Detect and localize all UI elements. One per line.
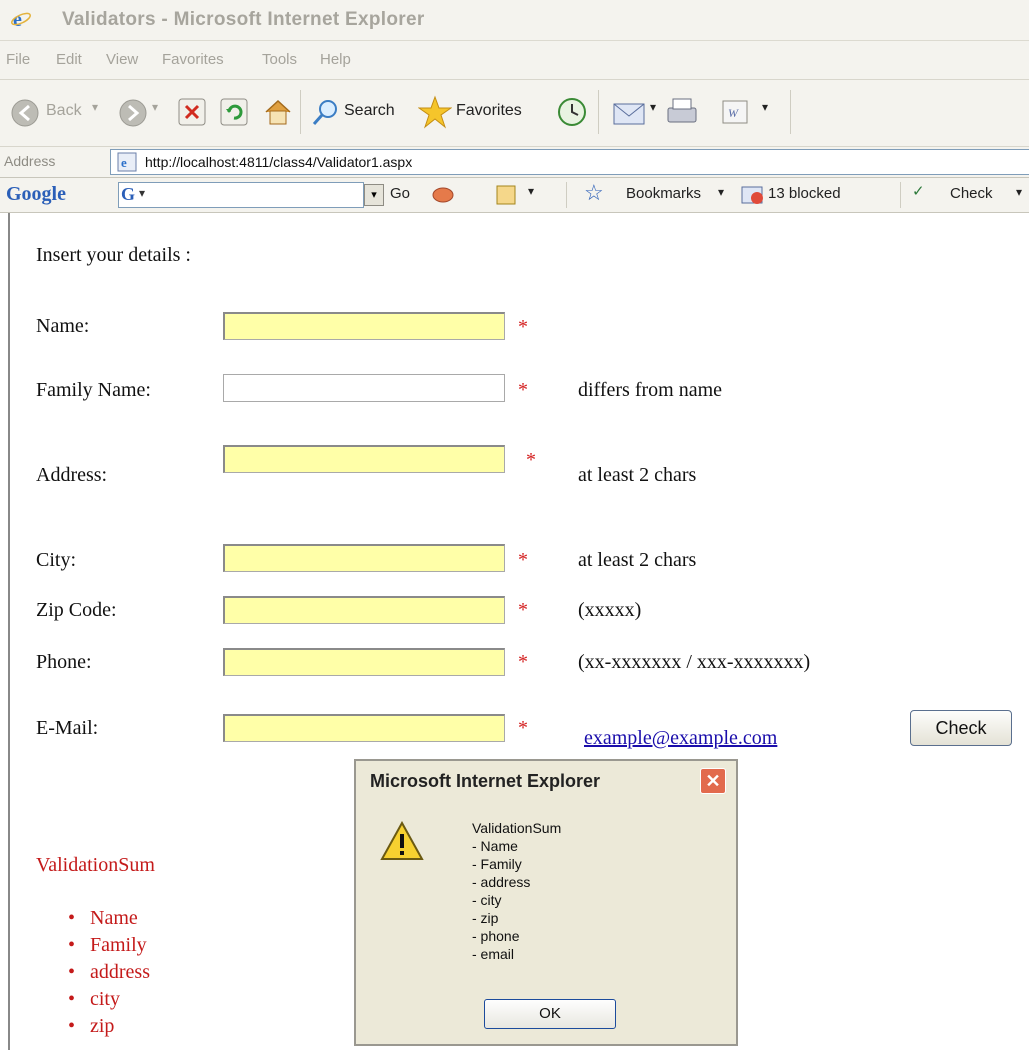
forward-arrow-icon[interactable] bbox=[118, 98, 148, 128]
refresh-icon[interactable] bbox=[220, 98, 248, 126]
home-icon[interactable] bbox=[262, 96, 294, 128]
alert-dialog: Microsoft Internet Explorer ✕ Validation… bbox=[354, 759, 738, 1046]
google-g-icon: G bbox=[121, 184, 136, 204]
form-heading: Insert your details : bbox=[36, 244, 191, 266]
name-required-mark: * bbox=[518, 316, 528, 338]
pagerank-icon bbox=[432, 187, 454, 203]
google-go-button[interactable]: Go bbox=[390, 185, 410, 202]
ie-logo-icon: e bbox=[10, 8, 32, 30]
svg-text:W: W bbox=[728, 106, 739, 120]
menu-help[interactable]: Help bbox=[320, 51, 351, 68]
dialog-title-bar[interactable]: Microsoft Internet Explorer ✕ bbox=[356, 761, 736, 801]
popup-settings-icon[interactable] bbox=[494, 183, 518, 207]
spellcheck-icon[interactable]: ✓ bbox=[912, 182, 925, 200]
blocked-count[interactable]: 13 blocked bbox=[768, 185, 841, 202]
search-icon[interactable] bbox=[310, 97, 340, 127]
google-search-input[interactable]: G ▾ bbox=[118, 182, 364, 208]
spellcheck-button[interactable]: Check bbox=[950, 185, 993, 202]
ok-button[interactable]: OK bbox=[484, 999, 616, 1029]
menu-file[interactable]: File bbox=[6, 51, 30, 68]
name-input[interactable] bbox=[223, 312, 505, 340]
address-field[interactable]: e http://localhost:4811/class4/Validator… bbox=[110, 149, 1029, 175]
phone-hint: (xx-xxxxxxx / xxx-xxxxxxx) bbox=[578, 651, 811, 673]
back-dropdown-icon[interactable]: ▾ bbox=[92, 100, 98, 114]
zip-label: Zip Code: bbox=[36, 599, 117, 621]
spellcheck-dropdown-icon[interactable]: ▾ bbox=[1016, 185, 1022, 199]
validation-item: Name bbox=[68, 907, 150, 934]
menu-tools[interactable]: Tools bbox=[262, 51, 297, 68]
email-example-link[interactable]: example@example.com bbox=[584, 727, 777, 750]
dialog-body: ValidationSum - Name - Family - address … bbox=[356, 801, 736, 1044]
forward-dropdown-icon[interactable]: ▾ bbox=[152, 100, 158, 114]
stop-icon[interactable] bbox=[178, 98, 206, 126]
family-name-label: Family Name: bbox=[36, 379, 151, 401]
edit-dropdown-icon[interactable]: ▾ bbox=[762, 100, 768, 114]
bookmarks-button[interactable]: Bookmarks bbox=[626, 185, 701, 202]
email-label: E-Mail: bbox=[36, 717, 99, 739]
favorites-star-icon[interactable] bbox=[418, 95, 452, 129]
validation-item: city bbox=[68, 988, 150, 1015]
city-label: City: bbox=[36, 549, 77, 571]
favorites-button[interactable]: Favorites bbox=[456, 102, 522, 120]
zip-required-mark: * bbox=[518, 599, 528, 621]
back-button[interactable]: Back bbox=[46, 102, 82, 120]
address-bar: Address e http://localhost:4811/class4/V… bbox=[0, 147, 1029, 178]
email-input[interactable] bbox=[223, 714, 505, 742]
print-icon[interactable] bbox=[664, 96, 700, 128]
check-button[interactable]: Check bbox=[910, 710, 1012, 746]
address-label: Address bbox=[4, 153, 56, 169]
city-input[interactable] bbox=[223, 544, 505, 572]
family-hint: differs from name bbox=[578, 379, 723, 401]
validation-item: zip bbox=[68, 1015, 150, 1042]
mail-dropdown-icon[interactable]: ▾ bbox=[650, 100, 656, 114]
address-hint: at least 2 chars bbox=[578, 464, 697, 486]
settings-dropdown-icon[interactable]: ▾ bbox=[528, 184, 534, 198]
menu-favorites[interactable]: Favorites bbox=[162, 51, 224, 68]
validation-summary-title: ValidationSum bbox=[36, 854, 155, 876]
phone-label: Phone: bbox=[36, 651, 92, 673]
toolbar: Back ▾ ▾ Search Favorites ▾ W ▾ bbox=[0, 80, 1029, 147]
warning-icon bbox=[380, 821, 424, 860]
city-required-mark: * bbox=[518, 549, 528, 571]
svg-text:e: e bbox=[121, 155, 127, 170]
dialog-title: Microsoft Internet Explorer bbox=[370, 771, 601, 791]
popup-blocker-icon[interactable] bbox=[740, 184, 766, 206]
dialog-message: ValidationSum - Name - Family - address … bbox=[472, 820, 562, 962]
validation-summary-list: Name Family address city zip bbox=[68, 907, 150, 1042]
address-required-mark: * bbox=[526, 449, 536, 471]
bookmarks-dropdown-icon[interactable]: ▾ bbox=[718, 185, 724, 199]
name-label: Name: bbox=[36, 315, 90, 337]
email-required-mark: * bbox=[518, 717, 528, 739]
phone-required-mark: * bbox=[518, 651, 528, 673]
zip-hint: (xxxxx) bbox=[578, 599, 642, 621]
bookmarks-star-icon[interactable]: ☆ bbox=[584, 180, 604, 206]
search-button[interactable]: Search bbox=[344, 102, 395, 120]
menu-bar: File Edit View Favorites Tools Help bbox=[0, 41, 1029, 80]
google-dropdown-icon[interactable]: ▾ bbox=[139, 186, 145, 200]
google-search-dropdown[interactable]: ▾ bbox=[364, 184, 384, 206]
menu-edit[interactable]: Edit bbox=[56, 51, 82, 68]
phone-input[interactable] bbox=[223, 648, 505, 676]
history-icon[interactable] bbox=[556, 96, 588, 128]
family-required-mark: * bbox=[518, 379, 528, 401]
validation-item: address bbox=[68, 961, 150, 988]
city-hint: at least 2 chars bbox=[578, 549, 697, 571]
menu-view[interactable]: View bbox=[106, 51, 138, 68]
google-logo: Google bbox=[6, 183, 66, 205]
address-input[interactable] bbox=[223, 445, 505, 473]
mail-icon[interactable] bbox=[612, 98, 648, 126]
page-icon: e bbox=[117, 152, 137, 172]
zip-input[interactable] bbox=[223, 596, 505, 624]
edit-word-icon[interactable]: W bbox=[720, 98, 750, 126]
family-name-input[interactable] bbox=[223, 374, 505, 402]
address-label-field: Address: bbox=[36, 464, 108, 486]
address-url: http://localhost:4811/class4/Validator1.… bbox=[145, 154, 413, 170]
close-icon[interactable]: ✕ bbox=[700, 768, 726, 794]
google-toolbar: Google G ▾ ▾ Go ▾ ☆ Bookmarks ▾ 13 block… bbox=[0, 178, 1029, 213]
back-arrow-icon[interactable] bbox=[10, 98, 40, 128]
validation-item: Family bbox=[68, 934, 150, 961]
window-title: Validators - Microsoft Internet Explorer bbox=[62, 9, 425, 30]
title-bar: e Validators - Microsoft Internet Explor… bbox=[0, 0, 1029, 41]
